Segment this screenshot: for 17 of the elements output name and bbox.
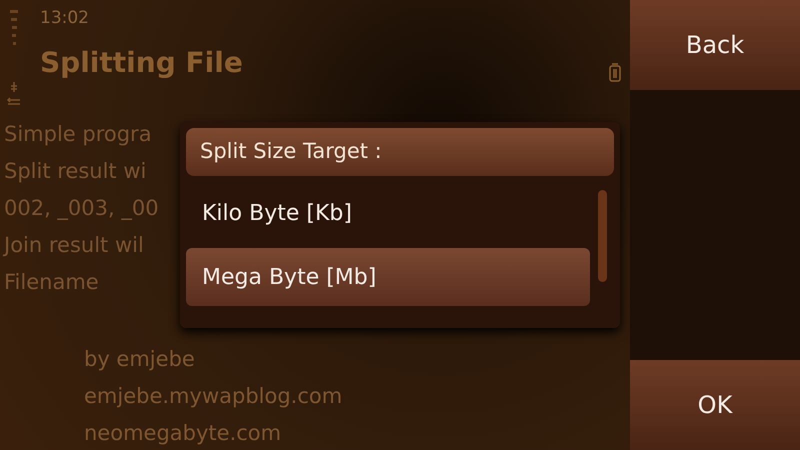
scrollbar-thumb[interactable] — [598, 190, 606, 282]
ok-button[interactable]: OK — [630, 360, 800, 450]
credit-text: neomegabyte.com — [84, 420, 282, 447]
description-text: Simple progra — [4, 121, 152, 148]
option-item[interactable]: Mega Byte [Mb] — [186, 248, 590, 306]
clock-time: 13:02 — [40, 7, 90, 30]
description-text: Join result wil — [4, 232, 144, 259]
credit-text: by emjebe — [84, 346, 195, 373]
description-text: Split result wi — [4, 158, 146, 185]
screen-title: Splitting File — [40, 44, 244, 80]
credit-text: emjebe.mywapblog.com — [84, 383, 342, 410]
trash-icon — [609, 62, 621, 82]
description-text: Filename — [4, 269, 99, 296]
description-text: 002, _003, _00 — [4, 195, 159, 222]
option-item[interactable]: Kilo Byte [Kb] — [186, 184, 590, 242]
back-button[interactable]: Back — [630, 0, 800, 90]
popup-title: Split Size Target : — [200, 138, 382, 166]
